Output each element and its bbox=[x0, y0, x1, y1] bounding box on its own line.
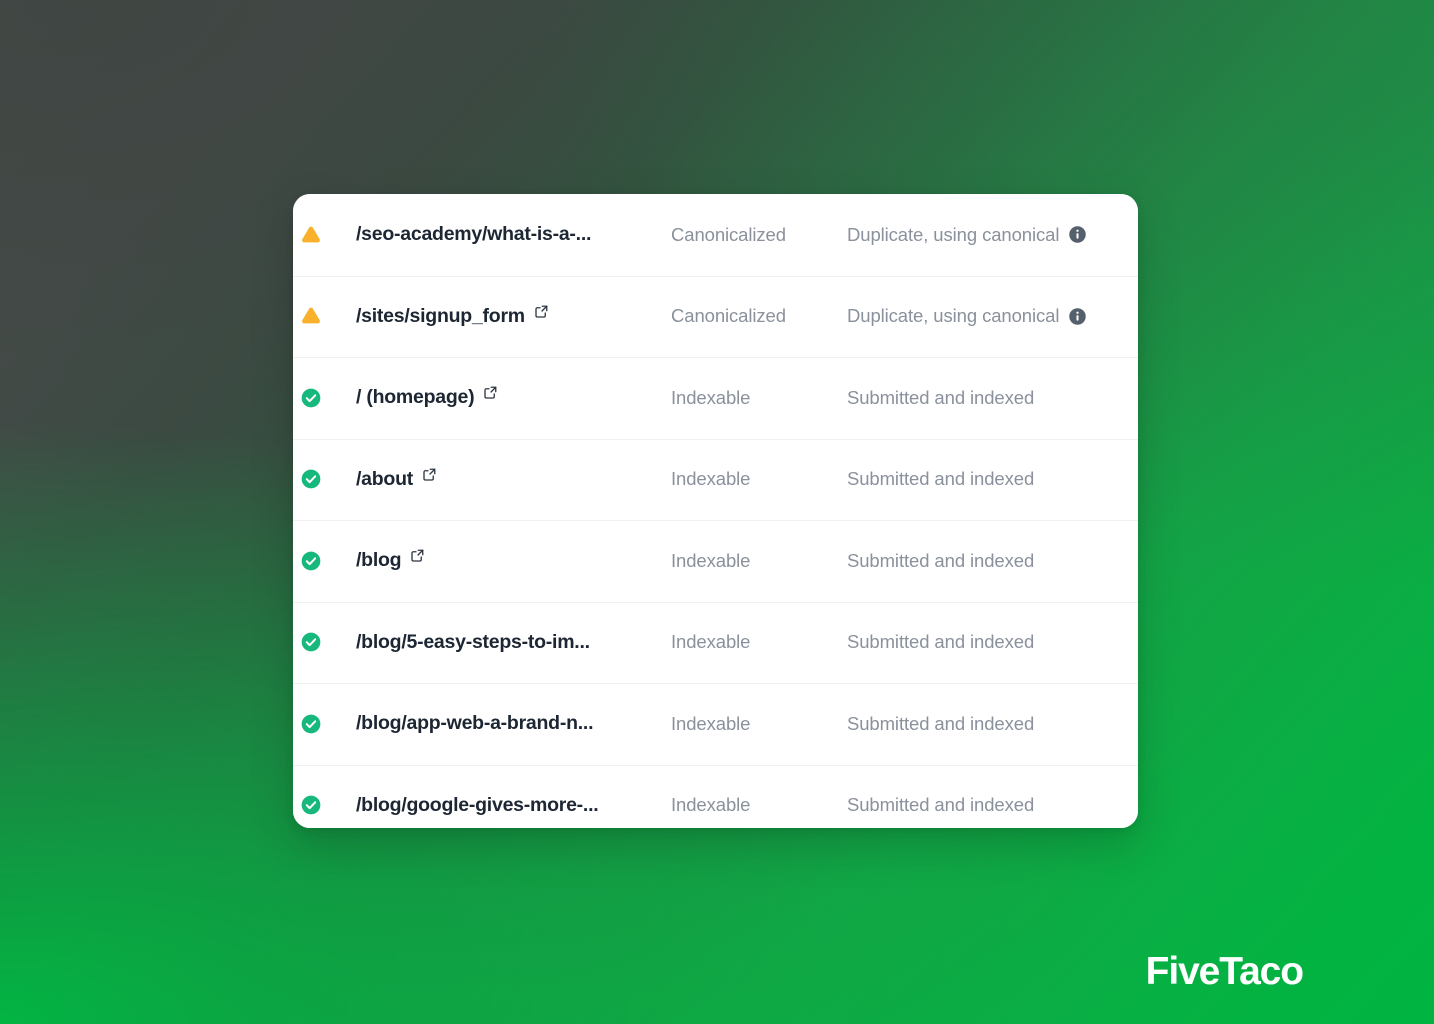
url-path-label: /blog/google-gives-more-... bbox=[356, 793, 599, 816]
status-icon-cell bbox=[293, 303, 356, 329]
indexability-label: Indexable bbox=[671, 386, 751, 408]
check-circle-icon bbox=[298, 385, 324, 411]
url-path-label: /about bbox=[356, 467, 413, 490]
coverage-label: Submitted and indexed bbox=[847, 631, 1035, 653]
brand-logo: FiveTaco bbox=[1145, 950, 1304, 993]
url-cell[interactable]: /blog bbox=[356, 549, 671, 572]
url-cell[interactable]: / (homepage) bbox=[356, 386, 671, 409]
url-path-label: /blog bbox=[356, 549, 402, 572]
indexability-label: Canonicalized bbox=[671, 305, 786, 327]
url-cell[interactable]: /blog/5-easy-steps-to-im... bbox=[356, 631, 671, 654]
status-icon-cell bbox=[293, 711, 356, 737]
status-icon-cell bbox=[293, 629, 356, 655]
indexability-label: Indexable bbox=[671, 712, 751, 734]
coverage-cell: Duplicate, using canonical bbox=[847, 305, 1138, 327]
info-icon[interactable] bbox=[1068, 225, 1087, 244]
indexability-label: Indexable bbox=[671, 549, 751, 571]
indexability-cell: Indexable bbox=[671, 713, 847, 735]
coverage-label: Submitted and indexed bbox=[847, 794, 1035, 816]
table-row[interactable]: /about Indexable Submitted and indexed bbox=[293, 438, 1138, 520]
coverage-cell: Duplicate, using canonical bbox=[847, 224, 1138, 246]
coverage-cell: Submitted and indexed bbox=[847, 468, 1138, 490]
url-path-label: /sites/signup_form bbox=[356, 304, 525, 327]
status-icon-cell bbox=[293, 548, 356, 574]
coverage-label: Duplicate, using canonical bbox=[847, 305, 1060, 327]
indexability-cell: Indexable bbox=[671, 794, 847, 816]
url-index-status-table: /seo-academy/what-is-a-... Canonicalized D… bbox=[293, 194, 1138, 828]
indexability-label: Indexable bbox=[671, 631, 751, 653]
external-link-icon[interactable] bbox=[422, 467, 437, 482]
table-row[interactable]: /blog/5-easy-steps-to-im... Indexable Subm… bbox=[293, 601, 1138, 683]
table-row[interactable]: /blog/google-gives-more-... Indexable Subm… bbox=[293, 764, 1138, 828]
url-path-label: /blog/5-easy-steps-to-im... bbox=[356, 630, 590, 653]
status-icon-cell bbox=[293, 222, 356, 248]
check-circle-icon bbox=[298, 466, 324, 492]
url-cell[interactable]: /blog/google-gives-more-... bbox=[356, 794, 671, 817]
indexability-label: Indexable bbox=[671, 468, 751, 490]
table-row[interactable]: /blog Indexable Submitted and indexed bbox=[293, 520, 1138, 602]
indexability-label: Canonicalized bbox=[671, 223, 786, 245]
coverage-cell: Submitted and indexed bbox=[847, 713, 1138, 735]
indexability-cell: Indexable bbox=[671, 468, 847, 490]
warning-triangle-icon bbox=[298, 222, 324, 248]
coverage-label: Submitted and indexed bbox=[847, 712, 1035, 734]
indexability-cell: Indexable bbox=[671, 550, 847, 572]
external-link-icon[interactable] bbox=[534, 304, 549, 319]
coverage-cell: Submitted and indexed bbox=[847, 550, 1138, 572]
table-row[interactable]: /sites/signup_form Canonicalized Duplicate… bbox=[293, 275, 1138, 357]
external-link-icon[interactable] bbox=[483, 385, 498, 400]
url-path-label: / (homepage) bbox=[356, 386, 475, 409]
check-circle-icon bbox=[298, 792, 324, 818]
table-row[interactable]: / (homepage) Indexable Submitted and index… bbox=[293, 357, 1138, 439]
indexability-cell: Indexable bbox=[671, 387, 847, 409]
table-row[interactable]: /seo-academy/what-is-a-... Canonicalized D… bbox=[293, 194, 1138, 276]
url-cell[interactable]: /about bbox=[356, 468, 671, 491]
url-path-label: /blog/app-web-a-brand-n... bbox=[356, 712, 594, 735]
indexability-cell: Canonicalized bbox=[671, 305, 847, 327]
indexability-cell: Canonicalized bbox=[671, 224, 847, 246]
url-cell[interactable]: /seo-academy/what-is-a-... bbox=[356, 223, 671, 246]
coverage-cell: Submitted and indexed bbox=[847, 631, 1138, 653]
coverage-label: Submitted and indexed bbox=[847, 468, 1035, 490]
coverage-label: Submitted and indexed bbox=[847, 549, 1035, 571]
coverage-label: Submitted and indexed bbox=[847, 386, 1035, 408]
coverage-cell: Submitted and indexed bbox=[847, 387, 1138, 409]
url-cell[interactable]: /sites/signup_form bbox=[356, 305, 671, 328]
status-icon-cell bbox=[293, 466, 356, 492]
table-row[interactable]: /blog/app-web-a-brand-n... Indexable Submi… bbox=[293, 683, 1138, 765]
url-cell[interactable]: /blog/app-web-a-brand-n... bbox=[356, 712, 671, 735]
check-circle-icon bbox=[298, 548, 324, 574]
warning-triangle-icon bbox=[298, 303, 324, 329]
coverage-cell: Submitted and indexed bbox=[847, 794, 1138, 816]
url-path-label: /seo-academy/what-is-a-... bbox=[356, 223, 592, 246]
indexability-cell: Indexable bbox=[671, 631, 847, 653]
info-icon[interactable] bbox=[1068, 307, 1087, 326]
status-icon-cell bbox=[293, 385, 356, 411]
external-link-icon[interactable] bbox=[410, 548, 425, 563]
check-circle-icon bbox=[298, 711, 324, 737]
url-index-status-card: /seo-academy/what-is-a-... Canonicalized D… bbox=[293, 194, 1138, 828]
check-circle-icon bbox=[298, 629, 324, 655]
status-icon-cell bbox=[293, 792, 356, 818]
coverage-label: Duplicate, using canonical bbox=[847, 223, 1060, 245]
indexability-label: Indexable bbox=[671, 794, 751, 816]
